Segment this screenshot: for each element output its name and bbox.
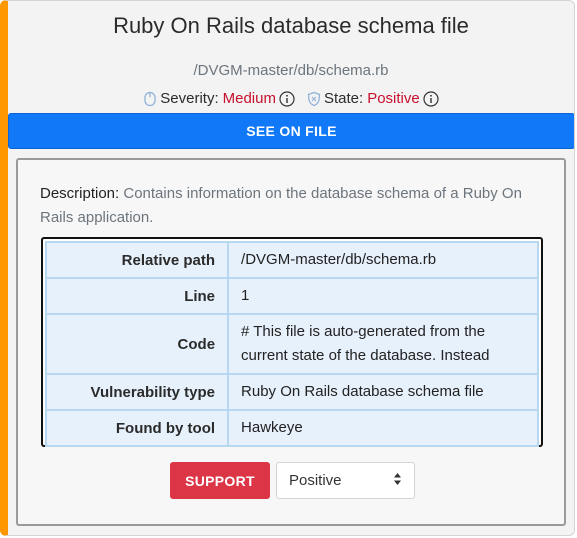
- table-row: Relative path /DVGM-master/db/schema.rb: [44, 241, 539, 279]
- row-value: Ruby On Rails database schema file: [227, 373, 539, 411]
- row-key: Code: [44, 313, 230, 375]
- row-value: /DVGM-master/db/schema.rb: [227, 241, 539, 279]
- state-label: State:: [323, 90, 364, 107]
- sort-arrows-icon: [393, 472, 402, 490]
- finding-card: Ruby On Rails database schema file /DVGM…: [0, 0, 575, 536]
- severity-label: Severity:: [160, 90, 219, 107]
- state-indicator: State: Positive: [307, 90, 439, 107]
- row-value: Hawkeye: [227, 409, 539, 447]
- table-row: Code # This file is auto-generated from …: [44, 313, 539, 375]
- severity-value: Medium: [222, 90, 276, 107]
- row-key: Found by tool: [44, 409, 230, 447]
- mouse-icon: [143, 91, 157, 107]
- row-value: # This file is auto-generated from the c…: [227, 313, 539, 375]
- state-select-value: Positive: [289, 472, 342, 489]
- row-value: 1: [227, 277, 539, 315]
- description-label: Description:: [40, 185, 120, 202]
- row-key: Relative path: [44, 241, 230, 279]
- table-row: Vulnerability type Ruby On Rails databas…: [44, 373, 539, 411]
- finding-meta: Severity: Medium State: Positive: [8, 90, 574, 107]
- state-select[interactable]: Positive: [276, 462, 415, 499]
- shield-icon: [307, 91, 321, 107]
- state-value: Positive: [367, 90, 420, 107]
- details-table: Relative path /DVGM-master/db/schema.rb …: [41, 237, 543, 447]
- info-circle-icon[interactable]: [423, 90, 439, 107]
- info-circle-icon[interactable]: [279, 90, 295, 107]
- details-panel: Description: Contains information on the…: [16, 158, 566, 526]
- file-path: /DVGM-master/db/schema.rb: [193, 62, 389, 79]
- table-row: Line 1: [44, 277, 539, 315]
- support-button[interactable]: SUPPORT: [170, 462, 270, 499]
- row-key: Line: [44, 277, 230, 315]
- description: Description: Contains information on the…: [40, 182, 530, 230]
- severity-indicator: Severity: Medium: [143, 90, 295, 107]
- table-row: Found by tool Hawkeye: [44, 409, 539, 447]
- page-title: Ruby On Rails database schema file: [113, 13, 469, 38]
- see-on-file-button[interactable]: SEE ON FILE: [8, 113, 574, 149]
- row-key: Vulnerability type: [44, 373, 230, 411]
